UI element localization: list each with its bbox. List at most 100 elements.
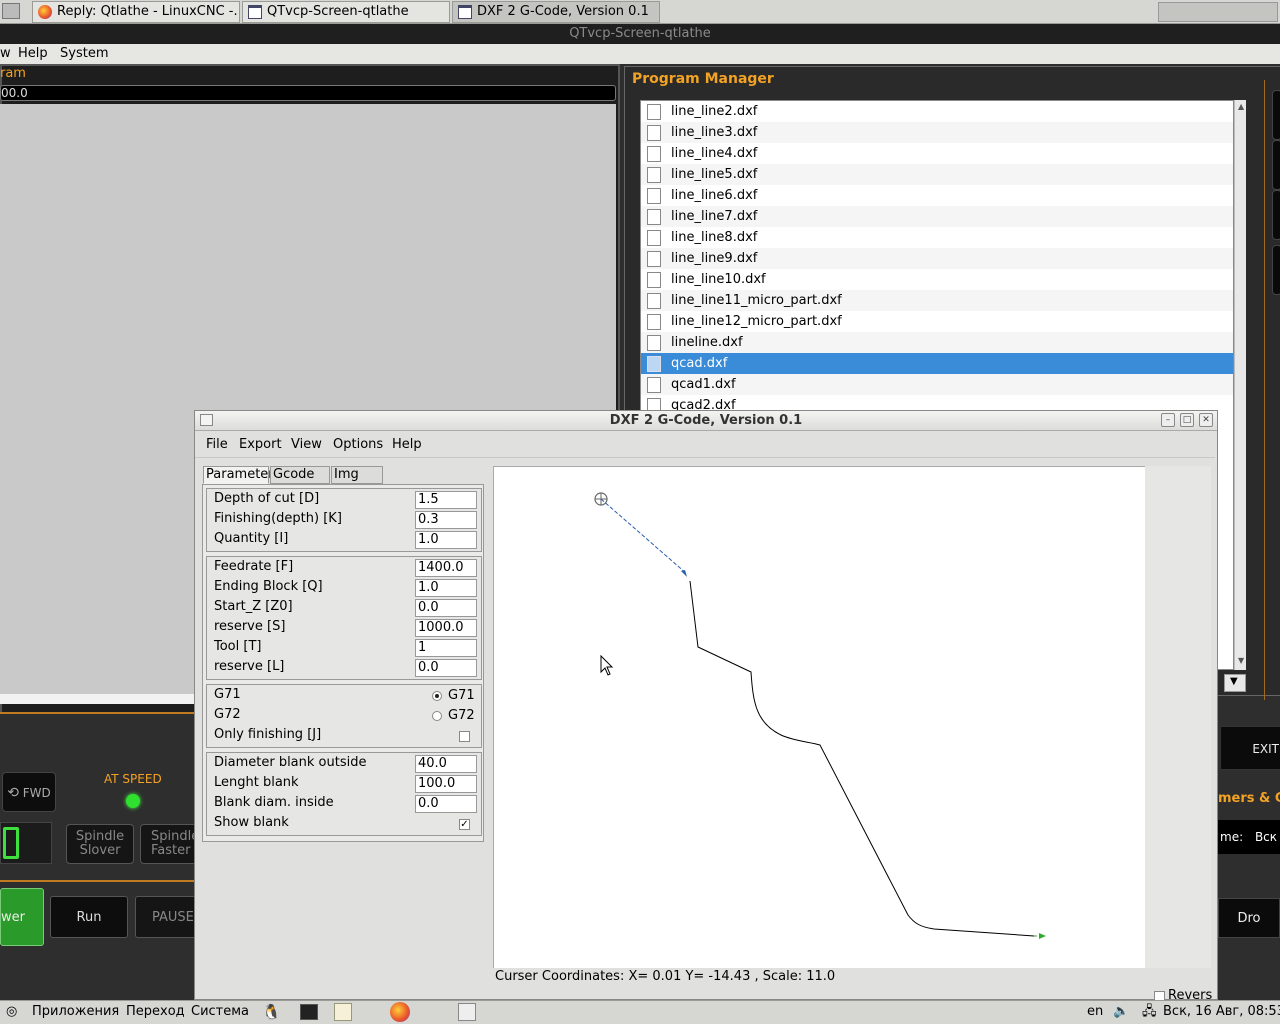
file-list-item[interactable]: line_line7.dxf (641, 206, 1233, 227)
only-finishing-label: Only finishing [J] (214, 727, 322, 742)
spindle-faster-button[interactable]: Spindle Faster (140, 824, 198, 864)
network-icon[interactable]: 🖧 (1142, 1001, 1157, 1023)
feedrate-input[interactable]: 1400.0 (415, 559, 477, 577)
rapid-arrow-icon (681, 570, 687, 577)
close-icon[interactable]: ✕ (1199, 413, 1213, 427)
desktop-icon[interactable] (2, 3, 20, 19)
spindle-slower-button[interactable]: Spindle Slover (66, 824, 134, 864)
finishing-depth-input[interactable]: 0.3 (415, 511, 477, 529)
places-menu[interactable]: Переход (126, 1001, 185, 1023)
ending-block-input[interactable]: 1.0 (415, 579, 477, 597)
bottom-taskbar: ◎ Приложения Переход Система 🐧 en 🔈 🖧 Вс… (0, 1000, 1280, 1024)
taskbar-tab-firefox[interactable]: Reply: Qtlathe - LinuxCNC -... (32, 1, 240, 23)
menu-system[interactable]: System (60, 44, 108, 64)
taskbar-tab-qtvcp[interactable]: QTvcp-Screen-qtlathe (242, 1, 450, 23)
run-button[interactable]: Run (50, 896, 128, 938)
menu-options[interactable]: Options (333, 432, 383, 458)
depth-of-cut-input[interactable]: 1.5 (415, 491, 477, 509)
time-value: Вск (1254, 830, 1278, 844)
program-panel-title: ram (0, 66, 26, 81)
blank-diam-inside-input[interactable]: 0.0 (415, 795, 477, 813)
divider (0, 712, 196, 714)
file-list-item[interactable]: qcad1.dxf (641, 374, 1233, 395)
menu-help[interactable]: Help (18, 44, 48, 64)
diameter-blank-input[interactable]: 40.0 (415, 755, 477, 773)
menu-view[interactable]: View (291, 432, 322, 458)
file-list-item[interactable]: lineline.dxf (641, 332, 1233, 353)
file-list-item[interactable]: line_line10.dxf (641, 269, 1233, 290)
scroll-up-icon[interactable]: ▲ (1238, 102, 1244, 111)
ending-block-label: Ending Block [Q] (214, 579, 323, 594)
scroll-down-icon[interactable]: ▼ (1238, 656, 1244, 665)
power-button[interactable]: wer (0, 888, 44, 946)
program-line-field: 00.0 (0, 85, 616, 101)
tab-gcode[interactable]: Gcode (270, 466, 330, 484)
g72-label: G72 (214, 707, 241, 722)
length-blank-input[interactable]: 100.0 (415, 775, 477, 793)
g71-label: G71 (214, 687, 241, 702)
qtvcp-menubar: w Help System (0, 44, 1280, 64)
quantity-input[interactable]: 1.0 (415, 531, 477, 549)
system-menu[interactable]: Система (191, 1001, 249, 1023)
g71-radio[interactable] (432, 691, 442, 701)
file-list-item[interactable]: line_line12_micro_part.dxf (641, 311, 1233, 332)
menu-file[interactable]: File (206, 432, 228, 458)
file-list-scrollbar[interactable]: ▲ ▼ (1234, 100, 1246, 670)
taskbar-tab-dxf[interactable]: DXF 2 G-Code, Version 0.1 (452, 1, 660, 23)
part-profile-path (689, 580, 1035, 937)
clock[interactable]: Вск, 16 Авг, 08:53 (1163, 1001, 1280, 1023)
file-list-item[interactable]: line_line5.dxf (641, 164, 1233, 185)
linux-icon[interactable]: 🐧 (262, 1001, 281, 1023)
terminal-icon[interactable] (300, 1004, 318, 1020)
g72-radio[interactable] (432, 711, 442, 721)
taskbar-tab-label: DXF 2 G-Code, Version 0.1 (477, 4, 649, 19)
top-taskbar: Reply: Qtlathe - LinuxCNC -... QTvcp-Scr… (0, 0, 1280, 24)
file-list-item[interactable]: line_line3.dxf (641, 122, 1233, 143)
show-blank-checkbox[interactable]: ✓ (459, 819, 470, 830)
file-list-item[interactable]: line_line4.dxf (641, 143, 1233, 164)
document-icon (647, 293, 661, 309)
minimize-icon[interactable]: – (1161, 413, 1175, 427)
file-list-item[interactable]: qcad.dxf (641, 353, 1233, 374)
only-finishing-checkbox[interactable] (459, 731, 470, 742)
tab-parameter[interactable]: Parameter (203, 466, 274, 484)
tool-label: Tool [T] (214, 639, 262, 654)
menu-icon: ◎ (6, 1004, 18, 1019)
window-menu-icon[interactable] (200, 414, 213, 426)
tool-input[interactable]: 1 (415, 639, 477, 657)
applications-menu[interactable]: Приложения (32, 1001, 119, 1023)
file-list-item[interactable]: line_line9.dxf (641, 248, 1233, 269)
menu-help[interactable]: Help (392, 432, 422, 458)
g72-option-label: G72 (448, 708, 475, 723)
text-editor-icon[interactable] (334, 1003, 352, 1021)
toolpath-canvas[interactable] (493, 466, 1145, 968)
reserve-l-input[interactable]: 0.0 (415, 659, 477, 677)
menu-export[interactable]: Export (239, 432, 282, 458)
tab-img[interactable]: Img (331, 466, 383, 484)
pause-button[interactable]: PAUSE (135, 896, 197, 938)
file-list-item[interactable]: line_line11_micro_part.dxf (641, 290, 1233, 311)
volume-icon[interactable]: 🔈 (1113, 1001, 1129, 1023)
filter-combo[interactable]: ▼ (1224, 674, 1246, 692)
start-z-input[interactable]: 0.0 (415, 599, 477, 617)
file-name: lineline.dxf (671, 335, 743, 350)
spindle-fwd-button[interactable]: ⟲ FWD (2, 772, 56, 812)
keyboard-layout[interactable]: en (1087, 1001, 1103, 1023)
firefox-icon[interactable] (390, 1002, 410, 1022)
qtvcp-window-title: QTvcp-Screen-qtlathe (0, 24, 1280, 44)
at-speed-led (126, 794, 140, 808)
file-list-item[interactable]: line_line6.dxf (641, 185, 1233, 206)
file-name: line_line4.dxf (671, 146, 758, 161)
file-name: line_line9.dxf (671, 251, 758, 266)
menu-view[interactable]: w (0, 44, 11, 64)
exit-button[interactable]: EXIT (1220, 726, 1280, 770)
maximize-icon[interactable]: □ (1180, 413, 1194, 427)
file-name: line_line7.dxf (671, 209, 758, 224)
workspace-switcher[interactable] (1158, 2, 1278, 22)
trash-icon[interactable] (458, 1003, 476, 1021)
file-name: line_line2.dxf (671, 104, 758, 119)
dro-button[interactable]: Dro (1218, 898, 1280, 938)
file-list-item[interactable]: line_line2.dxf (641, 101, 1233, 122)
reserve-s-input[interactable]: 1000.0 (415, 619, 477, 637)
file-list-item[interactable]: line_line8.dxf (641, 227, 1233, 248)
